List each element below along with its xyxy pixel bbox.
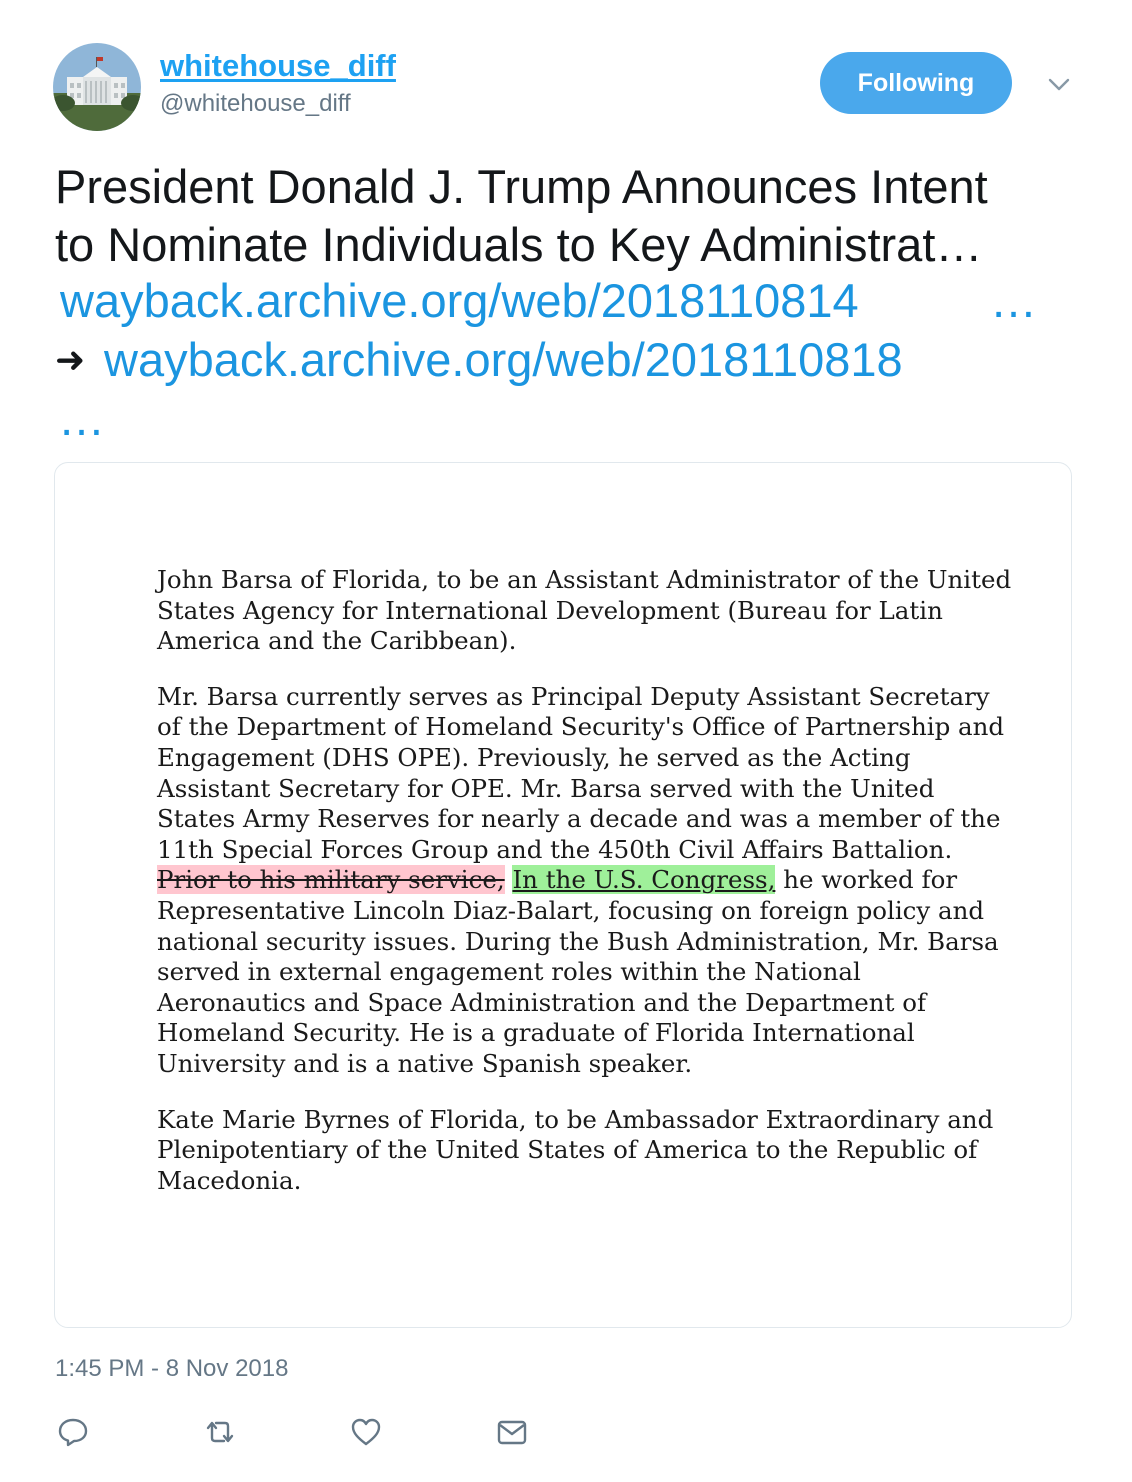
author-name[interactable]: whitehouse_diff [160, 48, 396, 84]
avatar[interactable] [53, 43, 141, 131]
arrow-icon: ➜ [55, 339, 86, 380]
link-ellipsis[interactable]: … [58, 390, 105, 448]
link-ellipsis[interactable]: … [990, 272, 1037, 330]
doc-paragraph: Mr. Barsa currently serves as Principal … [157, 682, 1017, 1080]
retweet-icon[interactable] [202, 1414, 238, 1450]
wayback-link-after[interactable]: wayback.archive.org/web/2018110818 [104, 331, 903, 389]
white-house-photo-icon [53, 43, 141, 131]
reply-icon[interactable] [55, 1414, 91, 1450]
doc-text: he worked for Representative Lincoln Dia… [157, 865, 999, 1078]
doc-paragraph: John Barsa of Florida, to be an Assistan… [157, 565, 1012, 656]
message-icon[interactable] [494, 1414, 530, 1450]
like-icon[interactable] [348, 1414, 384, 1450]
tweet-timestamp[interactable]: 1:45 PM - 8 Nov 2018 [55, 1355, 288, 1383]
diff-image-card[interactable]: John Barsa of Florida, to be an Assistan… [54, 462, 1072, 1328]
tweet-text: President Donald J. Trump Announces Inte… [55, 158, 1085, 274]
doc-text: Mr. Barsa currently serves as Principal … [157, 681, 1005, 864]
deleted-text: Prior to his military service, [157, 865, 505, 895]
tweet-headline-line-2: to Nominate Individuals to Key Administr… [55, 218, 983, 271]
author-handle: @whitehouse_diff [160, 90, 351, 117]
wayback-link-before[interactable]: wayback.archive.org/web/2018110814 [60, 272, 859, 330]
inserted-text: In the U.S. Congress, [512, 865, 776, 895]
tweet-headline-line-1: President Donald J. Trump Announces Inte… [55, 160, 988, 213]
diff-document: John Barsa of Florida, to be an Assistan… [157, 565, 1017, 1221]
tweet-actions [0, 1414, 1132, 1454]
following-button[interactable]: Following [820, 52, 1012, 114]
doc-paragraph: Kate Marie Byrnes of Florida, to be Amba… [157, 1104, 994, 1195]
chevron-down-icon[interactable] [1044, 74, 1074, 96]
